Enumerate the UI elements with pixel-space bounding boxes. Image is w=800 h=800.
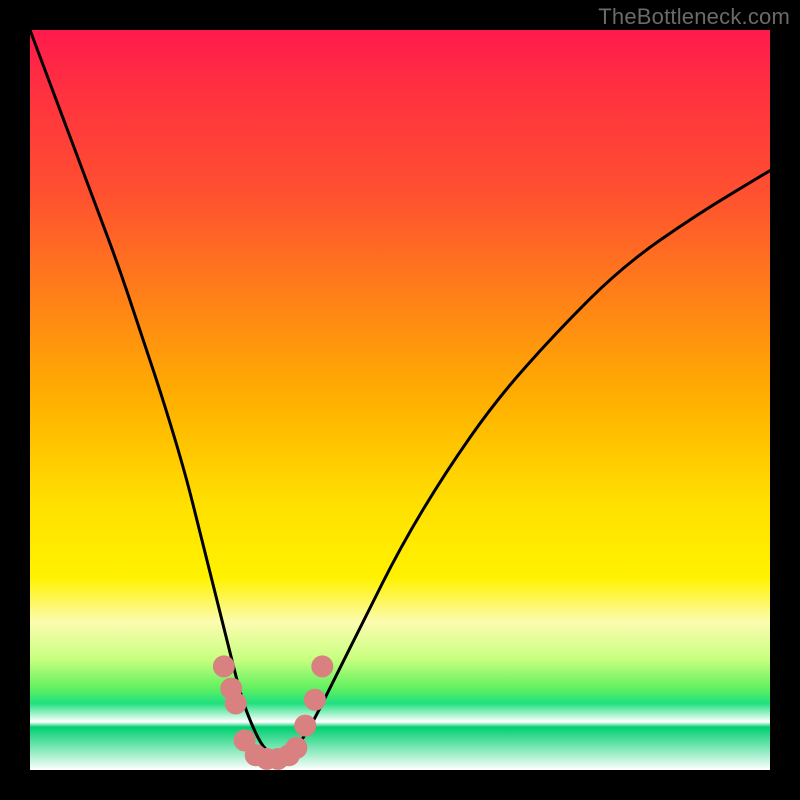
watermark-text: TheBottleneck.com — [598, 4, 790, 30]
curve-svg — [30, 30, 770, 770]
highlight-dot — [285, 737, 307, 759]
chart-frame: TheBottleneck.com — [0, 0, 800, 800]
highlight-dot — [304, 689, 326, 711]
highlight-dot — [294, 715, 316, 737]
highlight-dot — [225, 692, 247, 714]
plot-area — [30, 30, 770, 770]
highlight-dot — [311, 655, 333, 677]
highlight-dot — [213, 655, 235, 677]
highlight-dots — [213, 655, 333, 770]
bottleneck-curve — [30, 30, 770, 755]
